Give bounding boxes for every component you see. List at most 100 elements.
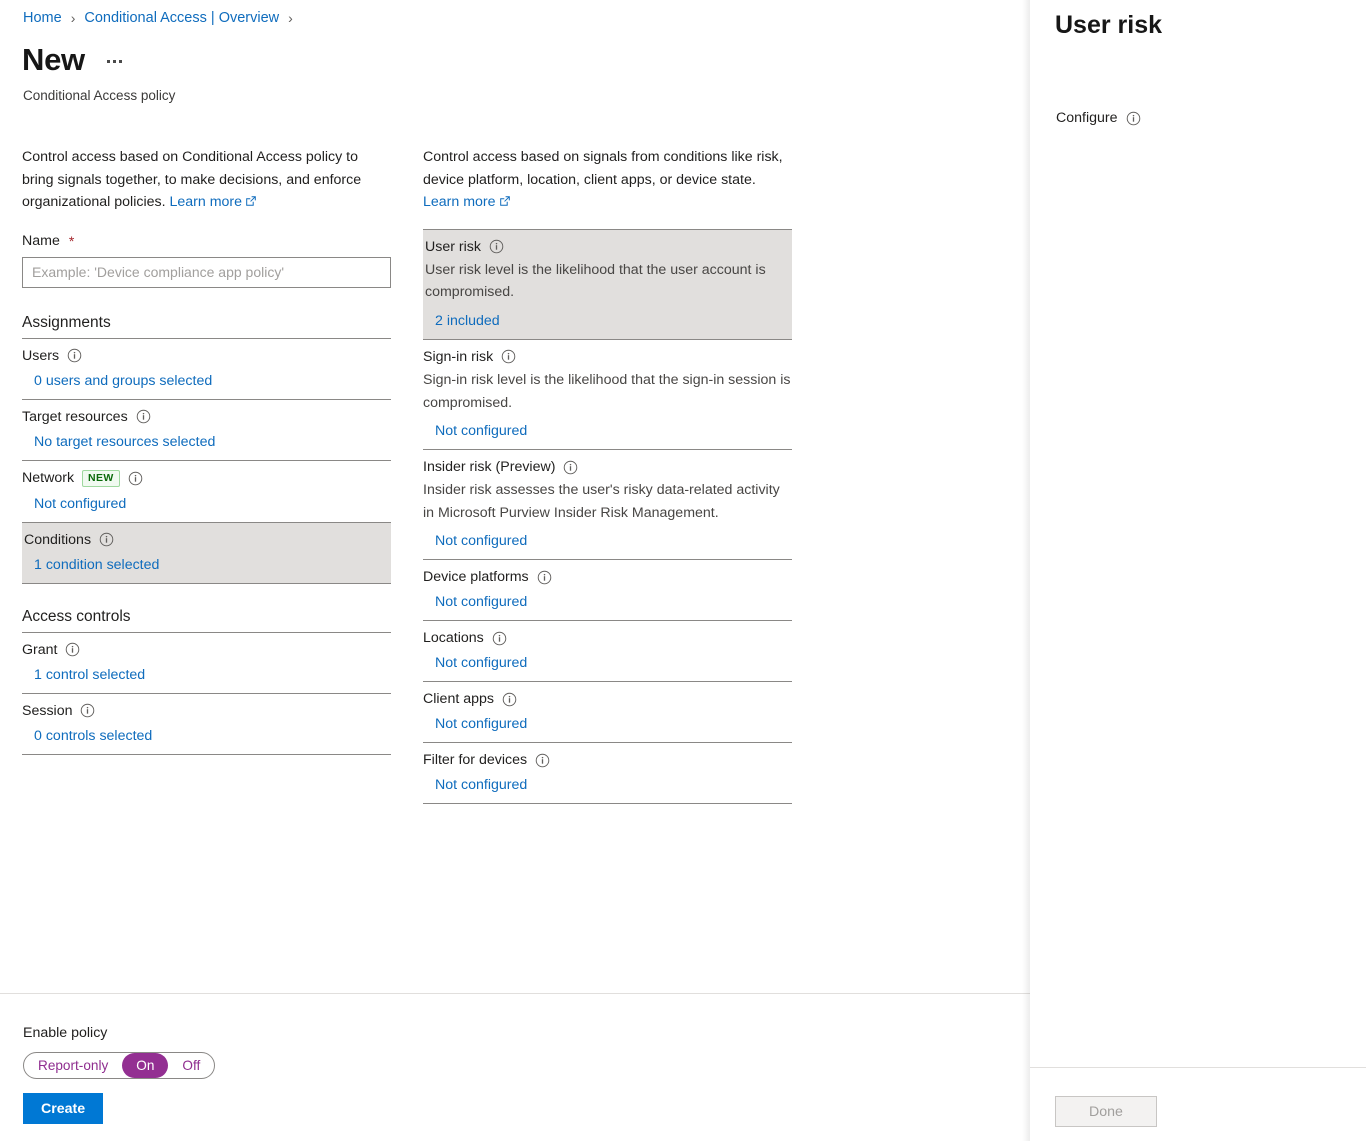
condition-row-locations[interactable]: Locations Not configured bbox=[423, 621, 792, 681]
breadcrumb: Home › Conditional Access | Overview › bbox=[23, 10, 293, 26]
page-subtitle: Conditional Access policy bbox=[23, 88, 175, 103]
assignment-value-network[interactable]: Not configured bbox=[34, 496, 391, 512]
condition-desc-insider-risk: Insider risk assesses the user's risky d… bbox=[423, 479, 792, 524]
access-control-value-grant[interactable]: 1 control selected bbox=[34, 667, 391, 683]
condition-label-insider-risk: Insider risk (Preview) bbox=[423, 459, 792, 475]
panel-footer: Done bbox=[1030, 1067, 1366, 1141]
page-title-row: New bbox=[22, 44, 126, 75]
info-icon[interactable] bbox=[136, 409, 151, 424]
info-icon[interactable] bbox=[65, 642, 80, 657]
policy-intro-text: Control access based on Conditional Acce… bbox=[22, 146, 391, 215]
condition-value-locations[interactable]: Not configured bbox=[435, 655, 792, 671]
condition-label-user-risk: User risk bbox=[423, 239, 792, 255]
condition-value-sign-in-risk[interactable]: Not configured bbox=[435, 423, 792, 439]
info-icon[interactable] bbox=[80, 703, 95, 718]
assignment-label-target-resources: Target resources bbox=[22, 409, 391, 425]
new-badge: NEW bbox=[82, 470, 120, 487]
enable-option-off[interactable]: Off bbox=[168, 1053, 214, 1078]
enable-policy-toggle[interactable]: Report-only On Off bbox=[23, 1052, 215, 1079]
learn-more-link[interactable]: Learn more bbox=[170, 194, 258, 210]
create-button[interactable]: Create bbox=[23, 1093, 103, 1124]
info-icon[interactable] bbox=[1126, 111, 1141, 126]
condition-row-client-apps[interactable]: Client apps Not configured bbox=[423, 682, 792, 742]
filter-for-devices-label-text: Filter for devices bbox=[423, 752, 527, 768]
enable-option-on[interactable]: On bbox=[122, 1053, 168, 1078]
condition-label-sign-in-risk: Sign-in risk bbox=[423, 349, 792, 365]
network-label-text: Network bbox=[22, 470, 74, 486]
configure-label-text: Configure bbox=[1056, 110, 1118, 126]
info-icon[interactable] bbox=[99, 532, 114, 547]
grant-label-text: Grant bbox=[22, 642, 57, 658]
condition-label-client-apps: Client apps bbox=[423, 691, 792, 707]
assignment-value-conditions[interactable]: 1 condition selected bbox=[34, 557, 391, 573]
info-icon[interactable] bbox=[501, 349, 516, 364]
condition-row-insider-risk[interactable]: Insider risk (Preview) Insider risk asse… bbox=[423, 450, 792, 559]
info-icon[interactable] bbox=[128, 471, 143, 486]
condition-value-filter-for-devices[interactable]: Not configured bbox=[435, 777, 792, 793]
condition-row-device-platforms[interactable]: Device platforms Not configured bbox=[423, 560, 792, 620]
info-icon[interactable] bbox=[492, 631, 507, 646]
condition-value-user-risk[interactable]: 2 included bbox=[435, 313, 792, 329]
conditional-access-new-policy-screen: Home › Conditional Access | Overview › N… bbox=[0, 0, 1366, 1141]
policy-name-input[interactable] bbox=[22, 257, 391, 288]
condition-value-insider-risk[interactable]: Not configured bbox=[435, 533, 792, 549]
users-label-text: Users bbox=[22, 348, 59, 364]
ellipsis-dot-icon bbox=[113, 60, 116, 63]
assignment-row-conditions[interactable]: Conditions 1 condition selected bbox=[22, 523, 391, 583]
ellipsis-dot-icon bbox=[107, 60, 110, 63]
assignments-heading: Assignments bbox=[22, 314, 391, 338]
info-icon[interactable] bbox=[563, 460, 578, 475]
access-control-row-grant[interactable]: Grant 1 control selected bbox=[22, 633, 391, 693]
access-control-row-session[interactable]: Session 0 controls selected bbox=[22, 694, 391, 754]
conditions-intro-body: Control access based on signals from con… bbox=[423, 149, 783, 188]
more-options-button[interactable] bbox=[103, 54, 126, 66]
info-icon[interactable] bbox=[537, 570, 552, 585]
assignment-row-network[interactable]: Network NEW Not configured bbox=[22, 461, 391, 522]
user-risk-panel: User risk Configure Yes No Configure use… bbox=[1030, 0, 1366, 1141]
device-platforms-label-text: Device platforms bbox=[423, 569, 529, 585]
learn-more-label: Learn more bbox=[423, 194, 496, 210]
ellipsis-dot-icon bbox=[119, 60, 122, 63]
panel-title: User risk bbox=[1055, 11, 1162, 40]
info-icon[interactable] bbox=[489, 239, 504, 254]
name-field-label: Name * bbox=[22, 233, 391, 249]
name-label-text: Name bbox=[22, 233, 60, 249]
assignment-row-users[interactable]: Users 0 users and groups selected bbox=[22, 339, 391, 399]
info-icon[interactable] bbox=[502, 692, 517, 707]
assignment-label-network: Network NEW bbox=[22, 470, 391, 487]
learn-more-label: Learn more bbox=[170, 194, 243, 210]
external-link-icon bbox=[245, 192, 257, 215]
access-controls-heading: Access controls bbox=[22, 608, 391, 632]
assignment-row-target-resources[interactable]: Target resources No target resources sel… bbox=[22, 400, 391, 460]
assignment-value-users[interactable]: 0 users and groups selected bbox=[34, 373, 391, 389]
section-divider bbox=[423, 803, 792, 804]
condition-desc-user-risk: User risk level is the likelihood that t… bbox=[423, 259, 792, 304]
breadcrumb-separator-icon: › bbox=[288, 10, 293, 26]
main-content-area: Home › Conditional Access | Overview › N… bbox=[0, 0, 1030, 1141]
user-risk-label-text: User risk bbox=[425, 239, 481, 255]
condition-row-user-risk[interactable]: User risk User risk level is the likelih… bbox=[423, 230, 792, 339]
access-control-value-session[interactable]: 0 controls selected bbox=[34, 728, 391, 744]
breadcrumb-item-home[interactable]: Home bbox=[23, 10, 62, 26]
condition-row-filter-for-devices[interactable]: Filter for devices Not configured bbox=[423, 743, 792, 803]
condition-value-device-platforms[interactable]: Not configured bbox=[435, 594, 792, 610]
info-icon[interactable] bbox=[535, 753, 550, 768]
condition-row-sign-in-risk[interactable]: Sign-in risk Sign-in risk level is the l… bbox=[423, 340, 792, 449]
enable-option-report-only[interactable]: Report-only bbox=[24, 1053, 122, 1078]
configure-label: Configure bbox=[1056, 110, 1141, 126]
insider-risk-label-text: Insider risk (Preview) bbox=[423, 459, 555, 475]
condition-label-device-platforms: Device platforms bbox=[423, 569, 792, 585]
done-button[interactable]: Done bbox=[1055, 1096, 1157, 1127]
assignment-label-users: Users bbox=[22, 348, 391, 364]
session-label-text: Session bbox=[22, 703, 72, 719]
conditions-label-text: Conditions bbox=[24, 532, 91, 548]
condition-value-client-apps[interactable]: Not configured bbox=[435, 716, 792, 732]
learn-more-link[interactable]: Learn more bbox=[423, 194, 511, 210]
breadcrumb-item-conditional-access-overview[interactable]: Conditional Access | Overview bbox=[84, 10, 279, 26]
section-divider bbox=[22, 754, 391, 755]
required-marker: * bbox=[69, 233, 74, 249]
info-icon[interactable] bbox=[67, 348, 82, 363]
conditions-intro-text: Control access based on signals from con… bbox=[423, 146, 792, 215]
assignment-value-target-resources[interactable]: No target resources selected bbox=[34, 434, 391, 450]
policy-footer-bar: Enable policy Report-only On Off Create bbox=[0, 993, 1030, 1141]
